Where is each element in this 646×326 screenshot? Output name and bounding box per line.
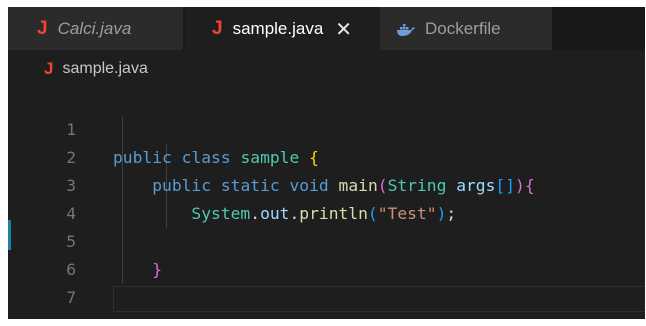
tab-calci-java[interactable]: J Calci.java	[8, 7, 184, 50]
breadcrumb-file[interactable]: sample.java	[62, 60, 147, 78]
code-line: 3 System.out.println("Test");	[8, 144, 645, 223]
code-line: 2 public static void main(String args[])…	[8, 116, 645, 195]
java-file-icon: J	[37, 17, 48, 39]
java-file-icon: J	[44, 59, 54, 78]
code-line: 8	[8, 284, 645, 319]
tab-bar-empty-area	[553, 7, 645, 50]
tab-sample-java[interactable]: J sample.java ✕	[185, 7, 380, 50]
code-editor[interactable]: 1 public class sample { 2 public static …	[8, 88, 645, 319]
close-icon[interactable]: ✕	[335, 17, 352, 41]
docker-whale-icon	[396, 22, 416, 36]
editor-window: J Calci.java J sample.java ✕ Dockerfile …	[8, 7, 645, 319]
tab-bar: J Calci.java J sample.java ✕ Dockerfile	[8, 7, 645, 50]
line-code: }	[113, 312, 123, 319]
code-line: 5 }	[8, 200, 645, 279]
tab-label: Calci.java	[57, 18, 132, 38]
breadcrumb: J sample.java	[8, 50, 645, 88]
tab-label: Dockerfile	[425, 18, 501, 38]
line-number: 8	[52, 312, 76, 319]
code-line: 4	[8, 172, 645, 223]
code-line: 7 }	[8, 256, 645, 319]
tab-label: sample.java	[232, 18, 324, 38]
tab-dockerfile[interactable]: Dockerfile	[380, 7, 552, 50]
code-line: 1 public class sample {	[8, 88, 645, 167]
java-file-icon: J	[212, 17, 223, 39]
code-line: 6	[8, 228, 645, 279]
